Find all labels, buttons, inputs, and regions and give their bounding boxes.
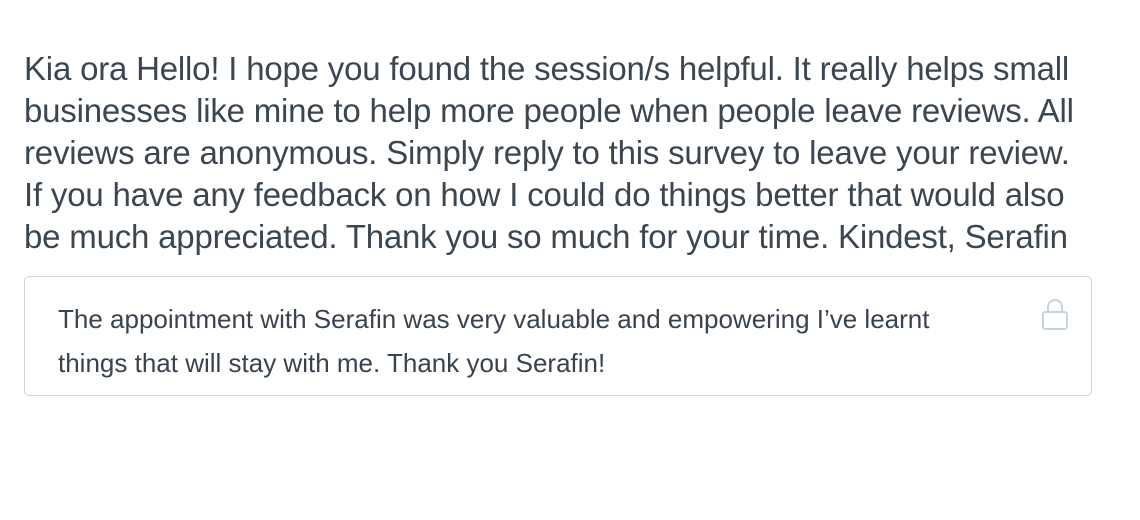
lock-icon [1042, 299, 1068, 330]
survey-response-text: The appointment with Serafin was very va… [58, 304, 930, 378]
survey-prompt-text: Kia ora Hello! I hope you found the sess… [24, 50, 1074, 255]
survey-question: Kia ora Hello! I hope you found the sess… [24, 48, 1094, 396]
survey-response-field[interactable]: The appointment with Serafin was very va… [24, 276, 1092, 396]
